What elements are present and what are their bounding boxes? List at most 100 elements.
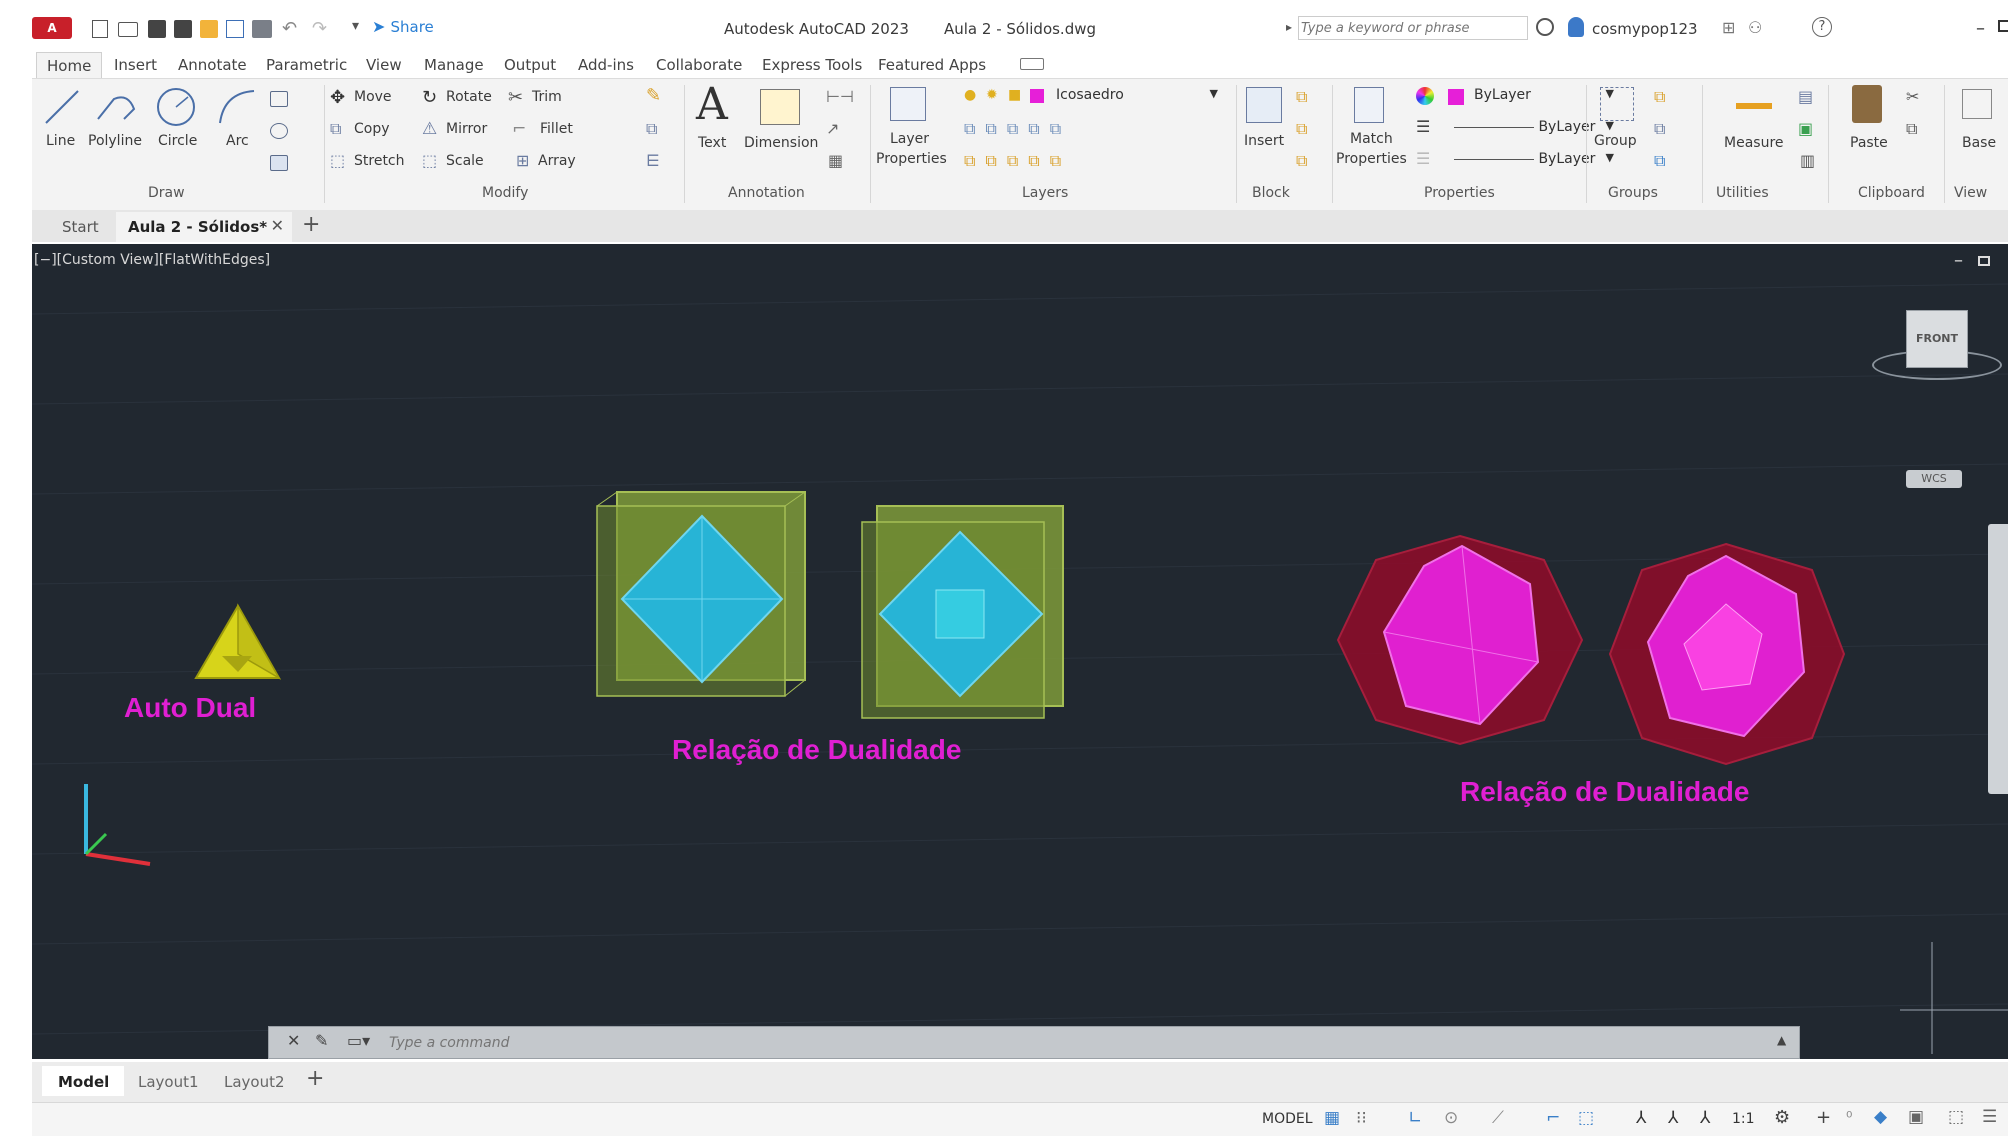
tab-view[interactable]: View bbox=[366, 56, 402, 74]
cart-icon[interactable]: ⊞ bbox=[1722, 18, 1735, 37]
erase-icon[interactable]: ✎ bbox=[646, 85, 661, 106]
model-space-button[interactable]: MODEL bbox=[1262, 1111, 1313, 1127]
annotation-scale-value[interactable]: 1:1 bbox=[1732, 1111, 1755, 1127]
tab-start[interactable]: Start bbox=[62, 218, 99, 236]
edit-block-icon[interactable]: ⧉ bbox=[1296, 119, 1307, 139]
base-button[interactable]: Base bbox=[1962, 135, 1996, 151]
arc-button[interactable]: Arc bbox=[226, 133, 249, 149]
layers-panel-title[interactable]: Layers bbox=[1022, 185, 1068, 201]
annotation-visibility-icon[interactable]: ⅄ bbox=[1636, 1108, 1646, 1128]
create-block-icon[interactable]: ⧉ bbox=[1296, 87, 1307, 107]
array-button[interactable]: Array bbox=[538, 153, 576, 169]
view-panel-title[interactable]: View bbox=[1954, 185, 1987, 201]
layer-dropdown[interactable]: Icosaedro ▼ bbox=[1050, 85, 1222, 109]
draw-panel-title[interactable]: Draw bbox=[148, 185, 185, 201]
group-edit-icon[interactable]: ⧉ bbox=[1654, 119, 1665, 139]
object-snap-tracking-icon[interactable]: ⌐ bbox=[1546, 1108, 1560, 1128]
label-auto-dual[interactable]: Auto Dual bbox=[124, 692, 256, 724]
ortho-icon[interactable]: ∟ bbox=[1408, 1108, 1422, 1128]
search-icon[interactable] bbox=[1536, 18, 1554, 36]
minimize-icon[interactable]: – bbox=[1976, 18, 1985, 39]
layer-freeze-icon[interactable]: ✹ bbox=[986, 87, 998, 103]
drawing-viewport[interactable]: [−][Custom View][FlatWithEdges] – FRONT … bbox=[32, 244, 2008, 1059]
paste-button[interactable]: Paste bbox=[1850, 135, 1888, 151]
share-network-icon[interactable]: ⚇ bbox=[1748, 18, 1762, 37]
dimension-button[interactable]: Dimension bbox=[744, 135, 818, 151]
ellipse-icon[interactable] bbox=[270, 123, 288, 139]
hatch-icon[interactable] bbox=[270, 155, 288, 171]
command-close-icon[interactable]: ✕ bbox=[287, 1031, 300, 1050]
customization-icon[interactable]: ☰ bbox=[1982, 1107, 1997, 1127]
tab-insert[interactable]: Insert bbox=[114, 56, 157, 74]
ribbon-options-icon[interactable] bbox=[1020, 58, 1044, 70]
rotate-button[interactable]: Rotate bbox=[446, 89, 492, 105]
isodraft-icon[interactable]: ⟋ bbox=[1492, 1108, 1504, 1128]
linear-dim-icon[interactable]: ⊢⊣ bbox=[826, 87, 854, 106]
units-icon[interactable]: ⁰ bbox=[1846, 1108, 1852, 1127]
layer-properties-label-1[interactable]: Layer bbox=[890, 131, 929, 147]
layer-on-icon[interactable]: ● bbox=[964, 87, 976, 103]
group-select-icon[interactable]: ⧉ bbox=[1654, 151, 1665, 171]
group-button[interactable]: Group bbox=[1594, 133, 1637, 149]
leader-icon[interactable]: ↗ bbox=[826, 119, 839, 138]
object-snap-icon[interactable]: ⬚ bbox=[1578, 1108, 1594, 1128]
tab-add-ins[interactable]: Add-ins bbox=[578, 56, 634, 74]
match-properties-label-1[interactable]: Match bbox=[1350, 131, 1393, 147]
table-icon[interactable]: ▦ bbox=[828, 151, 843, 170]
trim-button[interactable]: Trim bbox=[532, 89, 562, 105]
text-button[interactable]: Text bbox=[698, 135, 726, 151]
match-properties-label-2[interactable]: Properties bbox=[1336, 151, 1407, 167]
tab-document-active[interactable]: Aula 2 - Sólidos* ✕ bbox=[116, 212, 292, 242]
id-point-icon[interactable]: ▣ bbox=[1798, 119, 1813, 138]
clean-screen-icon[interactable]: ⬚ bbox=[1948, 1107, 1964, 1127]
quick-calc-icon[interactable]: ▤ bbox=[1798, 87, 1813, 106]
layer-properties-label-2[interactable]: Properties bbox=[876, 151, 947, 167]
workspace-gear-icon[interactable]: ⚙ bbox=[1774, 1107, 1790, 1128]
groups-panel-title[interactable]: Groups bbox=[1608, 185, 1658, 201]
restore-icon[interactable] bbox=[1998, 20, 2008, 32]
command-line[interactable]: ✕ ✎ ▭▾ ▲ bbox=[268, 1026, 1800, 1059]
undo-icon[interactable]: ↶ bbox=[282, 18, 297, 39]
layer-lock-icon[interactable]: ■ bbox=[1008, 87, 1021, 103]
insert-button[interactable]: Insert bbox=[1244, 133, 1284, 149]
new-layout-icon[interactable]: + bbox=[306, 1066, 324, 1091]
qat-dropdown-icon[interactable]: ▾ bbox=[352, 18, 359, 34]
fillet-button[interactable]: Fillet bbox=[540, 121, 573, 137]
help-icon[interactable]: ? bbox=[1812, 17, 1832, 37]
copy-button[interactable]: Copy bbox=[354, 121, 390, 137]
label-duality-2[interactable]: Relação de Dualidade bbox=[1460, 776, 1749, 808]
tab-annotate[interactable]: Annotate bbox=[178, 56, 247, 74]
share-button[interactable]: ➤ Share bbox=[372, 17, 434, 36]
grid-icon[interactable]: ▦ bbox=[1324, 1108, 1340, 1128]
annotation-scale-icon[interactable]: ⅄ bbox=[1700, 1108, 1710, 1128]
measure-button[interactable]: Measure bbox=[1724, 135, 1784, 151]
tab-layout2[interactable]: Layout2 bbox=[224, 1073, 285, 1091]
app-logo[interactable]: A CAD bbox=[32, 17, 72, 57]
modify-panel-title[interactable]: Modify bbox=[482, 185, 528, 201]
navigation-bar[interactable] bbox=[1988, 524, 2008, 794]
tab-featured-apps[interactable]: Featured Apps bbox=[878, 56, 986, 74]
properties-panel-title[interactable]: Properties bbox=[1424, 185, 1495, 201]
annotation-monitor-icon[interactable]: + bbox=[1816, 1107, 1831, 1128]
rectangle-icon[interactable] bbox=[270, 91, 288, 107]
tab-layout1[interactable]: Layout1 bbox=[138, 1073, 199, 1091]
copy-clip-icon[interactable]: ⧉ bbox=[1906, 119, 1917, 139]
block-attributes-icon[interactable]: ⧉ bbox=[1296, 151, 1307, 171]
scale-button[interactable]: Scale bbox=[446, 153, 484, 169]
close-icon[interactable]: ✕ bbox=[271, 216, 284, 235]
wcs-button[interactable]: WCS bbox=[1906, 470, 1962, 488]
clipboard-panel-title[interactable]: Clipboard bbox=[1858, 185, 1925, 201]
search-input[interactable] bbox=[1298, 16, 1528, 40]
offset-icon[interactable]: ⧉ bbox=[646, 119, 657, 139]
save-icon[interactable] bbox=[148, 20, 166, 38]
line-button[interactable]: Line bbox=[46, 133, 75, 149]
open-file-icon[interactable] bbox=[118, 22, 138, 37]
new-file-icon[interactable] bbox=[92, 20, 108, 38]
command-customize-icon[interactable]: ✎ bbox=[315, 1031, 328, 1050]
label-duality-1[interactable]: Relação de Dualidade bbox=[672, 734, 961, 766]
username[interactable]: cosmypop123 bbox=[1592, 20, 1698, 38]
block-panel-title[interactable]: Block bbox=[1252, 185, 1290, 201]
open-web-icon[interactable] bbox=[200, 20, 218, 38]
isolate-objects-icon[interactable]: ▣ bbox=[1908, 1107, 1924, 1127]
search-dropdown-icon[interactable]: ▸ bbox=[1286, 20, 1292, 34]
